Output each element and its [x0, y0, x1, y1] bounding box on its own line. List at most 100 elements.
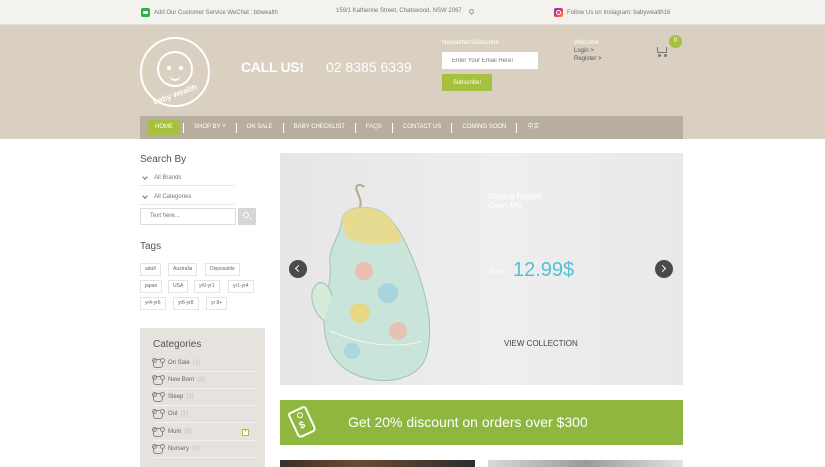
cart-count-badge: 0 — [669, 35, 682, 48]
search-icon — [243, 212, 249, 218]
sidebar-search-button[interactable] — [238, 208, 256, 225]
teddy-bear-icon — [152, 426, 163, 437]
category-count: (1) — [186, 394, 194, 400]
all-brands-label: All Brands — [154, 174, 182, 181]
nav-contact-us[interactable]: CONTACT US — [396, 120, 448, 135]
nav-divider — [451, 122, 453, 133]
view-collection-link[interactable]: VIEW COLLECTION — [504, 339, 578, 348]
search-by-heading: Search By — [140, 154, 187, 165]
category-item-new-born[interactable]: New Born (2) — [152, 372, 257, 389]
all-categories-label: All Categories — [154, 193, 192, 200]
discount-text: Get 20% discount on orders over $300 — [348, 414, 588, 430]
tag-chip[interactable]: yr1-yr4 — [228, 280, 254, 293]
instagram-link[interactable]: Follow Us on Instagram: babywealth16 — [554, 8, 670, 17]
location-pin-icon — [467, 7, 475, 15]
category-item-mum[interactable]: Mum (3) + — [152, 424, 257, 441]
main-nav: HOME SHOP BY ˅ ON SALE BABY CHECKLIST FA… — [140, 116, 683, 139]
nav-baby-checklist[interactable]: BABY CHECKLIST — [287, 120, 352, 135]
expand-plus-icon[interactable]: + — [242, 428, 249, 436]
category-label: On Sale — [168, 360, 190, 366]
categories-heading: Categories — [153, 339, 202, 350]
category-label: New Born — [168, 377, 195, 383]
nav-divider — [516, 122, 518, 133]
cart-icon[interactable] — [655, 45, 669, 57]
teddy-bear-icon — [152, 443, 163, 454]
category-item-out[interactable]: Out (1) — [152, 406, 257, 423]
category-count: (3) — [184, 429, 192, 435]
teddy-bear-icon — [152, 374, 163, 385]
tag-chip[interactable]: yr0-yr1 — [194, 280, 220, 293]
subscribe-button[interactable]: Subscribe! — [442, 74, 492, 91]
tag-chip[interactable]: USA — [168, 280, 189, 293]
newsletter-email-input[interactable] — [442, 52, 538, 69]
category-label: Mum — [168, 429, 182, 435]
tag-chip[interactable]: yr6-yr8 — [173, 297, 199, 310]
nav-faqs[interactable]: FAQS — [359, 120, 389, 135]
category-count: (1) — [192, 446, 200, 452]
tag-chip[interactable]: yr 8+ — [206, 297, 228, 310]
slider-prev-arrow-icon[interactable] — [289, 260, 307, 278]
teddy-bear-icon — [152, 391, 163, 402]
category-item-on-sale[interactable]: On Sale (1) — [152, 355, 257, 372]
welcome-text: Welcome — [574, 40, 599, 46]
chevron-down-icon — [142, 192, 148, 199]
instagram-icon — [554, 8, 563, 17]
slide-title-line: Oven Mitt — [488, 201, 523, 210]
wechat-icon — [141, 8, 150, 17]
wechat-info[interactable]: Add Our Customer Service WeChat : bbweal… — [141, 8, 278, 17]
category-label: Sleep — [168, 394, 184, 400]
address-text: 159/1 Katherine Street, Chatswood, NSW 2… — [336, 8, 462, 14]
slide-price: 12.99$ — [513, 259, 575, 281]
slide-title-line: Sewing Basket — [488, 192, 541, 201]
chevron-down-icon — [142, 173, 148, 180]
tags-heading: Tags — [140, 241, 162, 252]
nav-divider — [354, 122, 356, 133]
product-thumbnail[interactable] — [488, 460, 683, 467]
wechat-text: Add Our Customer Service WeChat : bbweal… — [154, 9, 278, 16]
nav-divider — [391, 122, 393, 133]
tag-chip[interactable]: adult — [140, 263, 161, 276]
nav-coming-soon[interactable]: COMING SOON — [455, 120, 513, 135]
oven-mitt-image — [311, 183, 431, 381]
category-item-nursery[interactable]: Nursery (1) — [152, 441, 257, 458]
nav-divider — [183, 122, 184, 133]
tag-chip[interactable]: Australia — [168, 263, 198, 276]
site-logo[interactable]: baby wealth — [140, 37, 210, 107]
nav-chinese[interactable]: 中文 — [520, 120, 546, 135]
register-link[interactable]: Register > — [574, 55, 602, 63]
instagram-text: Follow Us on Instagram: babywealth16 — [567, 9, 671, 16]
phone-number[interactable]: 02 8385 6339 — [326, 59, 412, 75]
discount-banner[interactable]: Get 20% discount on orders over $300 — [280, 400, 683, 445]
category-count: (2) — [197, 377, 205, 383]
categories-panel: Categories On Sale (1) New Born (2) Slee… — [140, 328, 265, 467]
price-tag-icon — [287, 405, 317, 439]
slide-title: Sewing Basket Oven Mitt — [488, 192, 541, 210]
nav-home[interactable]: HOME — [148, 120, 180, 135]
newsletter-label: Newsletter/Subscribe — [442, 40, 499, 46]
nav-divider — [235, 122, 237, 133]
tag-chip[interactable]: Disposable — [205, 263, 240, 276]
all-brands-dropdown[interactable]: All Brands — [140, 170, 235, 186]
login-link[interactable]: Login > — [574, 47, 602, 55]
product-thumbnail[interactable] — [280, 460, 475, 467]
nav-on-sale[interactable]: ON SALE — [240, 120, 280, 135]
teddy-bear-icon — [152, 408, 163, 419]
baby-face-icon — [157, 51, 193, 87]
slider-next-arrow-icon[interactable] — [655, 260, 673, 278]
teddy-bear-icon — [152, 357, 163, 368]
sidebar-search-input[interactable]: Text here... — [140, 208, 236, 225]
category-item-sleep[interactable]: Sleep (1) — [152, 389, 257, 406]
nav-divider — [282, 122, 284, 133]
category-label: Nursery — [168, 446, 190, 452]
tag-chip[interactable]: japan — [140, 280, 163, 293]
all-categories-dropdown[interactable]: All Categories — [140, 189, 235, 205]
category-count: (1) — [192, 360, 201, 366]
call-us-label: CALL US! — [241, 59, 304, 75]
nav-shop-by[interactable]: SHOP BY ˅ — [187, 120, 233, 135]
category-label: Out — [168, 411, 178, 417]
hero-slider[interactable]: Sewing Basket Oven Mitt from: 12.99$ VIE… — [280, 153, 683, 385]
slide-from-label: from: — [490, 269, 506, 276]
store-address: 159/1 Katherine Street, Chatswood, NSW 2… — [336, 7, 475, 15]
tag-chip[interactable]: yr4-yr6 — [140, 297, 166, 310]
category-count: (1) — [180, 411, 189, 417]
